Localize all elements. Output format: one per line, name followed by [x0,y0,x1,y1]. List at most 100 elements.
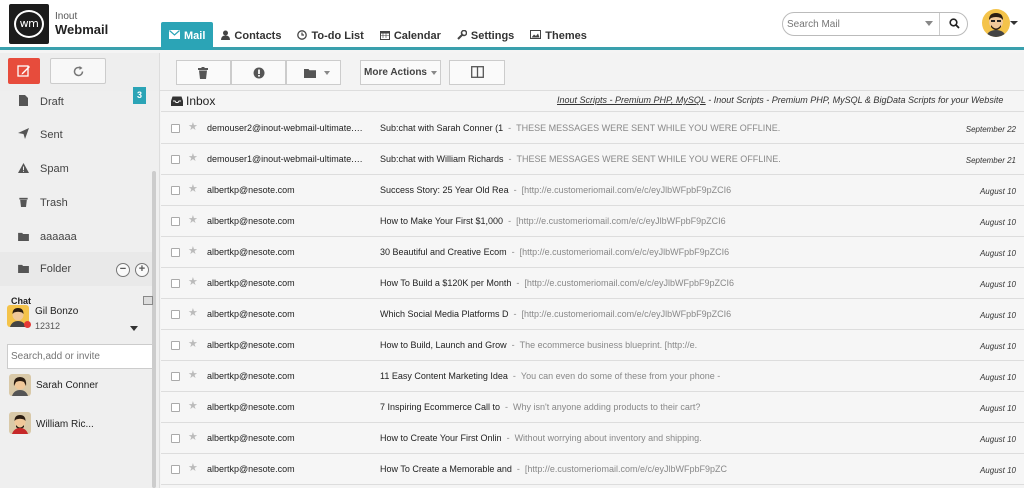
email-separator: - [506,340,520,350]
email-preview: Why isn't anyone adding products to thei… [513,402,701,412]
email-row[interactable]: ★ albertkp@nesote.com How to Create Your F… [161,423,1024,454]
nav-tab-todo[interactable]: To-do List [289,22,371,50]
star-icon[interactable]: ★ [188,368,198,381]
star-icon[interactable]: ★ [188,275,198,288]
search-options-caret-icon[interactable] [925,21,933,26]
clock-icon [297,29,308,43]
wrench-icon [457,29,468,43]
folder-icon [16,262,30,276]
email-row[interactable]: ★ demouser1@inout-webmail-ultimate.com Sub… [161,144,1024,175]
email-row[interactable]: ★ albertkp@nesote.com How to Build, Launch… [161,330,1024,361]
email-preview: [http://e.customeriomail.com/e/c/eyJlbWF… [516,216,726,226]
select-checkbox[interactable] [171,372,180,381]
app-logo[interactable]: wm [9,4,49,44]
my-chat-name: Gil Bonzo [35,306,79,317]
select-checkbox[interactable] [171,155,180,164]
app-header: wm Inout Webmail Mail Contacts To-do Lis… [0,0,1024,50]
compose-button[interactable] [8,58,40,84]
avatar-menu-caret-icon[interactable] [1010,21,1018,25]
email-row[interactable]: ★ albertkp@nesote.com How To Create a Memo… [161,454,1024,485]
email-sender: albertkp@nesote.com [207,464,295,474]
ad-link[interactable]: Inout Scripts - Premium PHP, MySQL [557,95,706,105]
email-row[interactable]: ★ albertkp@nesote.com 30 Beautiful and Cre… [161,237,1024,268]
email-row[interactable]: ★ albertkp@nesote.com How to Make Your Fir… [161,206,1024,237]
star-icon[interactable]: ★ [188,399,198,412]
image-icon [530,30,542,42]
email-subject: Success Story: 25 Year Old Rea [380,185,509,195]
columns-icon [471,66,484,78]
nav-tab-label: Mail [184,30,206,42]
email-subject: Sub:chat with William Richards [380,154,504,164]
more-actions-button[interactable]: More Actions [360,60,441,85]
email-date: August 10 [979,218,1016,227]
select-checkbox[interactable] [171,124,180,133]
email-row[interactable]: ★ albertkp@nesote.com Which Social Media P… [161,299,1024,330]
star-icon[interactable]: ★ [188,182,198,195]
email-preview: THESE MESSAGES WERE SENT WHILE YOU WERE … [516,154,781,164]
nav-tab-calendar[interactable]: Calendar [372,22,449,50]
search-input[interactable] [787,16,917,33]
email-separator: - [507,371,521,381]
folder-spam[interactable]: Spam [0,152,150,186]
select-checkbox[interactable] [171,403,180,412]
select-checkbox[interactable] [171,465,180,474]
add-folder-button[interactable]: + [135,263,149,277]
chat-search-input[interactable] [7,344,153,369]
chat-minimize-button[interactable] [143,296,153,305]
move-to-folder-button[interactable] [286,60,341,85]
star-icon[interactable]: ★ [188,306,198,319]
unread-count-badge: 3 [133,87,146,104]
select-checkbox[interactable] [171,310,180,319]
star-icon[interactable]: ★ [188,213,198,226]
mark-spam-button[interactable] [231,60,286,85]
remove-folder-button[interactable]: − [116,263,130,277]
email-separator: - [500,402,514,412]
select-checkbox[interactable] [171,279,180,288]
email-date: August 10 [979,342,1016,351]
star-icon[interactable]: ★ [188,337,198,350]
email-subject: Sub:chat with Sarah Conner (1 [380,123,504,133]
email-row[interactable]: ★ albertkp@nesote.com 7 Inspiring Ecommerc… [161,392,1024,423]
nav-tab-mail[interactable]: Mail [161,22,214,50]
email-date: August 10 [979,187,1016,196]
star-icon[interactable]: ★ [188,151,198,164]
search-box [782,12,968,36]
nav-tab-contacts[interactable]: Contacts [213,22,289,50]
more-actions-label: More Actions [364,67,427,78]
folder-draft[interactable]: Draft 3 [0,85,150,119]
star-icon[interactable]: ★ [188,244,198,257]
select-checkbox[interactable] [171,186,180,195]
email-sender: albertkp@nesote.com [207,371,295,381]
star-icon[interactable]: ★ [188,461,198,474]
delete-button[interactable] [176,60,231,85]
email-separator: - [503,216,517,226]
chevron-down-icon[interactable] [130,326,138,331]
search-button[interactable] [939,13,967,35]
nav-tab-themes[interactable]: Themes [522,22,595,50]
star-icon[interactable]: ★ [188,430,198,443]
email-row[interactable]: ★ demouser2@inout-webmail-ultimate.com Sub… [161,113,1024,144]
email-sender: albertkp@nesote.com [207,278,295,288]
folder-trash[interactable]: Trash [0,186,150,220]
select-checkbox[interactable] [171,434,180,443]
select-checkbox[interactable] [171,341,180,350]
user-avatar[interactable] [982,9,1010,37]
logo-mark: wm [14,10,44,38]
email-row[interactable]: ★ albertkp@nesote.com 11 Easy Content Mark… [161,361,1024,392]
star-icon[interactable]: ★ [188,120,198,133]
email-subject: How To Create a Memorable and [380,464,512,474]
email-date: August 10 [979,435,1016,444]
refresh-button[interactable] [50,58,106,84]
email-preview: [http://e.customeriomail.com/e/c/eyJlbWF… [521,185,732,195]
select-checkbox[interactable] [171,248,180,257]
folder-label: aaaaaa [40,231,77,243]
select-checkbox[interactable] [171,217,180,226]
sidebar-scrollbar[interactable] [152,171,156,488]
nav-tab-settings[interactable]: Settings [449,22,522,50]
email-row[interactable]: ★ albertkp@nesote.com How To Build a $120K… [161,268,1024,299]
email-row[interactable]: ★ albertkp@nesote.com Success Story: 25 Ye… [161,175,1024,206]
layout-toggle-button[interactable] [449,60,505,85]
folder-aaaaaa[interactable]: aaaaaa [0,220,150,254]
compose-icon [17,65,30,77]
folder-sent[interactable]: Sent [0,118,150,152]
